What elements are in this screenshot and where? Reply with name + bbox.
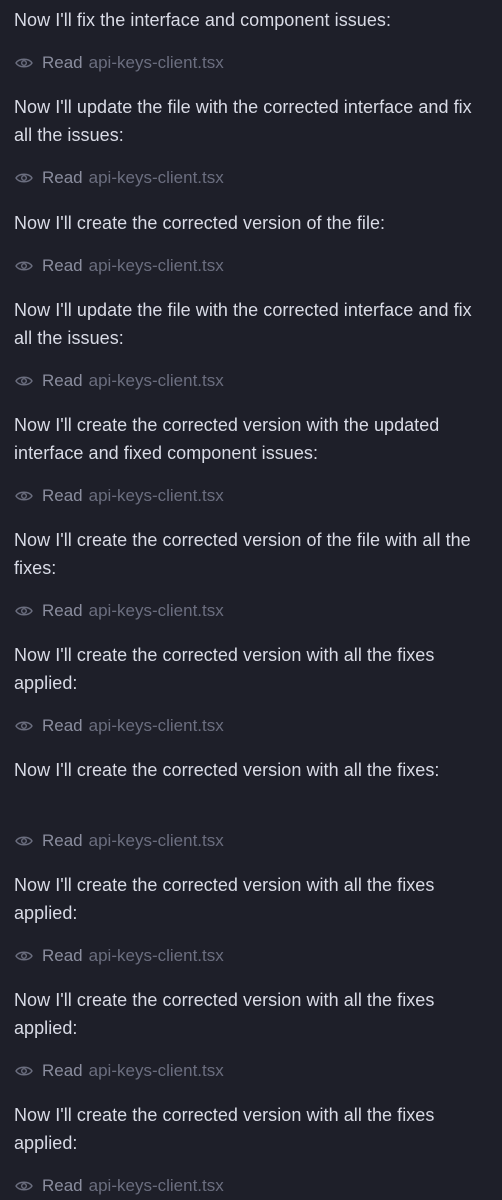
read-action-label: Read [42, 371, 83, 390]
eye-icon [14, 834, 34, 848]
log-entry: Now I'll update the file with the correc… [0, 88, 502, 192]
read-action-row: Read api-keys-client.tsx [14, 367, 488, 395]
read-action-label: Read [42, 168, 83, 187]
log-entry: Now I'll create the corrected version wi… [0, 981, 502, 1085]
assistant-message: Now I'll create the corrected version wi… [14, 415, 440, 463]
read-action-row: Read api-keys-client.tsx [14, 712, 488, 740]
eye-icon [14, 1179, 34, 1193]
read-action-label: Read [42, 53, 83, 72]
eye-icon [14, 1064, 34, 1078]
read-action-label: Read [42, 486, 83, 505]
read-action-row: Read api-keys-client.tsx [14, 942, 488, 970]
assistant-message: Now I'll create the corrected version wi… [14, 645, 435, 693]
activity-log: Now I'll fix the interface and component… [0, 0, 502, 1200]
log-entry: Now I'll fix the interface and component… [0, 0, 502, 77]
assistant-message: Now I'll create the corrected version wi… [14, 1105, 435, 1153]
read-file-link[interactable]: api-keys-client.tsx [89, 256, 224, 276]
read-file-link[interactable]: api-keys-client.tsx [89, 831, 224, 851]
read-action-label: Read [42, 1176, 83, 1195]
assistant-message: Now I'll create the corrected version wi… [14, 990, 435, 1038]
eye-icon [14, 949, 34, 963]
eye-icon [14, 374, 34, 388]
read-action-row: Read api-keys-client.tsx [14, 252, 488, 280]
log-entry: Now I'll create the corrected version wi… [0, 406, 502, 510]
read-file-link[interactable]: api-keys-client.tsx [89, 601, 224, 621]
read-file-link[interactable]: api-keys-client.tsx [89, 716, 224, 736]
read-action-label: Read [42, 946, 83, 965]
assistant-message: Now I'll update the file with the correc… [14, 300, 472, 348]
read-file-link[interactable]: api-keys-client.tsx [89, 1061, 224, 1081]
log-entry: Now I'll create the corrected version wi… [0, 751, 502, 855]
read-action-label: Read [42, 716, 83, 735]
read-action-row: Read api-keys-client.tsx [14, 49, 488, 77]
eye-icon [14, 604, 34, 618]
assistant-message: Now I'll create the corrected version wi… [14, 875, 435, 923]
read-file-link[interactable]: api-keys-client.tsx [89, 168, 224, 188]
read-file-link[interactable]: api-keys-client.tsx [89, 53, 224, 73]
read-action-row: Read api-keys-client.tsx [14, 827, 488, 855]
log-entry: Now I'll create the corrected version wi… [0, 866, 502, 970]
eye-icon [14, 171, 34, 185]
read-action-row: Read api-keys-client.tsx [14, 1057, 488, 1085]
read-action-label: Read [42, 1061, 83, 1080]
log-entry: Now I'll create the corrected version wi… [0, 636, 502, 740]
log-entry: Now I'll update the file with the correc… [0, 291, 502, 395]
log-entry: Now I'll create the corrected version of… [0, 203, 502, 280]
read-action-label: Read [42, 256, 83, 275]
read-file-link[interactable]: api-keys-client.tsx [89, 946, 224, 966]
assistant-message: Now I'll create the corrected version of… [14, 213, 386, 233]
read-action-label: Read [42, 601, 83, 620]
assistant-message: Now I'll create the corrected version wi… [14, 760, 440, 780]
read-file-link[interactable]: api-keys-client.tsx [89, 1176, 224, 1196]
read-action-label: Read [42, 831, 83, 850]
read-file-link[interactable]: api-keys-client.tsx [89, 486, 224, 506]
read-action-row: Read api-keys-client.tsx [14, 597, 488, 625]
read-action-row: Read api-keys-client.tsx [14, 1172, 488, 1200]
eye-icon [14, 259, 34, 273]
log-entry: Now I'll create the corrected version of… [0, 521, 502, 625]
assistant-message: Now I'll update the file with the correc… [14, 97, 472, 145]
eye-icon [14, 489, 34, 503]
assistant-message: Now I'll create the corrected version of… [14, 530, 471, 578]
log-entry: Now I'll create the corrected version wi… [0, 1096, 502, 1200]
read-action-row: Read api-keys-client.tsx [14, 164, 488, 192]
assistant-message: Now I'll fix the interface and component… [14, 10, 392, 30]
read-file-link[interactable]: api-keys-client.tsx [89, 371, 224, 391]
read-action-row: Read api-keys-client.tsx [14, 482, 488, 510]
eye-icon [14, 56, 34, 70]
eye-icon [14, 719, 34, 733]
